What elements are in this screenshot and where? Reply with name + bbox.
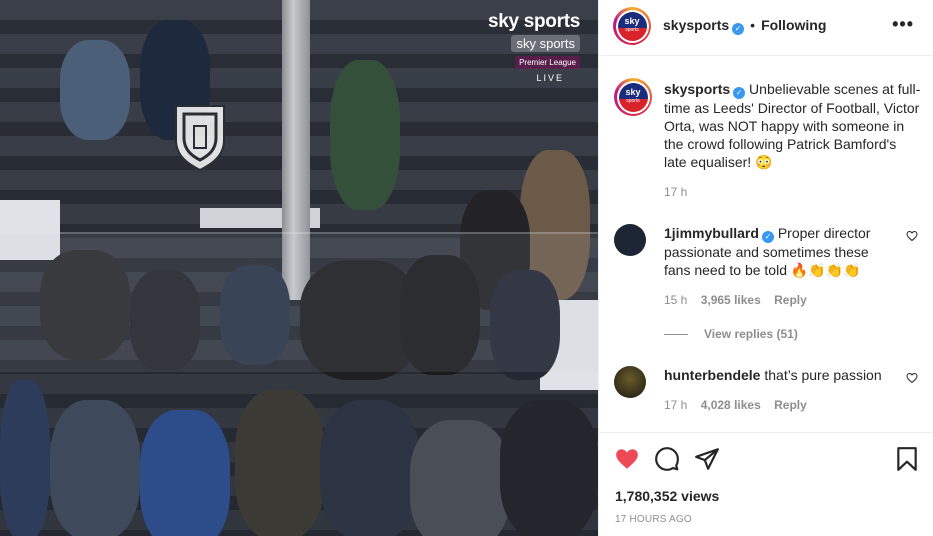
spectator [50, 400, 140, 536]
reply-button[interactable]: Reply [774, 398, 807, 412]
club-crest-icon [175, 105, 225, 172]
caption-time[interactable]: 17 h [664, 183, 922, 201]
verified-badge-icon: ✓ [761, 231, 774, 243]
caption-text-block: skysports ✓ Unbelievable scenes at full-t… [664, 80, 922, 201]
comment-meta: 17 h 4,028 likes Reply [664, 396, 896, 414]
comment-likes[interactable]: 3,965 likes [701, 293, 761, 307]
comment-time[interactable]: 15 h [664, 293, 687, 307]
caption-avatar[interactable]: sky sports [614, 78, 652, 116]
spectator [140, 410, 230, 536]
post-actions: 1,780,352 views 17 HOURS AGO [599, 432, 933, 536]
spectator [410, 420, 510, 536]
more-options-icon[interactable]: ••• [892, 14, 914, 35]
view-replies-link[interactable]: View replies (51) [664, 327, 798, 341]
post-video[interactable]: sky sports sky sports Premier League LIV… [0, 0, 598, 536]
spectator [60, 40, 130, 140]
comment-text: that’s pure passion [764, 367, 882, 383]
post-sidebar: sky sports skysports ✓ • Following ••• sky sp… [598, 0, 933, 536]
header-user-line: skysports ✓ • Following [663, 17, 826, 35]
comment-likes[interactable]: 4,028 likes [701, 398, 761, 412]
spectator [320, 400, 420, 536]
caption-username[interactable]: skysports [664, 81, 730, 97]
channel-name: sky sports [511, 35, 580, 52]
broadcaster-logo: sky sports sky sports Premier League LIV… [488, 11, 580, 83]
view-count[interactable]: 1,780,352 views [615, 488, 719, 504]
verified-badge-icon: ✓ [732, 23, 745, 35]
avatar[interactable] [614, 366, 646, 398]
post-timestamp[interactable]: 17 HOURS AGO [615, 514, 692, 525]
comment-text-block: 1jimmybullard ✓ Proper director passionat… [664, 224, 896, 309]
avatar[interactable] [614, 224, 646, 256]
broadcaster-name: sky sports [487, 11, 580, 32]
separator-dot: • [750, 17, 756, 33]
avatar[interactable]: sky sports [613, 7, 651, 45]
comment-time[interactable]: 17 h [664, 398, 687, 412]
comment-username[interactable]: hunterbendele [664, 367, 760, 383]
spectator [330, 60, 400, 210]
following-button[interactable]: Following [761, 17, 826, 33]
share-icon[interactable] [694, 446, 720, 472]
live-indicator: LIVE [536, 73, 564, 83]
comment-text-block: hunterbendele that’s pure passion 17 h 4… [664, 366, 896, 414]
spectator [500, 400, 598, 536]
verified-badge-icon: ✓ [733, 87, 746, 99]
reply-button[interactable]: Reply [774, 293, 807, 307]
bookmark-icon[interactable] [894, 446, 920, 472]
comment-meta: 15 h 3,965 likes Reply [664, 291, 896, 309]
spectator [0, 380, 50, 536]
like-heart-icon[interactable] [614, 446, 640, 472]
league-name: Premier League [515, 56, 580, 69]
heart-icon[interactable] [906, 230, 918, 242]
heart-icon[interactable] [906, 372, 918, 384]
glass-barrier [0, 232, 598, 372]
comment-username[interactable]: 1jimmybullard [664, 225, 759, 241]
post-header: sky sports skysports ✓ • Following ••• [599, 0, 933, 56]
header-username[interactable]: skysports [663, 17, 729, 33]
comment-icon[interactable] [654, 446, 680, 472]
spectator [235, 390, 325, 536]
